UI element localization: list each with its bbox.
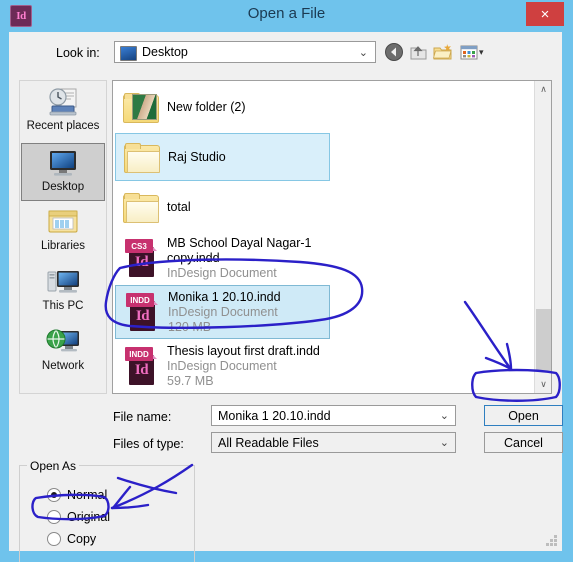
network-icon bbox=[44, 326, 82, 358]
scroll-up-icon[interactable]: ∧ bbox=[535, 81, 552, 98]
recent-places-icon bbox=[44, 86, 82, 118]
chevron-down-icon: ⌄ bbox=[358, 47, 368, 59]
resize-grip[interactable] bbox=[545, 535, 558, 548]
list-item[interactable]: total bbox=[115, 183, 530, 231]
file-type: InDesign Document bbox=[168, 304, 278, 319]
radio-label: Normal bbox=[67, 488, 108, 502]
file-list-panel: New folder (2) Raj Studio total Id CS3 M… bbox=[112, 80, 552, 394]
places-sidebar: Recent places Desktop Libraries This PC … bbox=[19, 80, 107, 394]
radio-label: Original bbox=[67, 510, 111, 524]
files-of-type-value: All Readable Files bbox=[218, 436, 319, 450]
file-name: Thesis layout first draft.indd bbox=[167, 343, 320, 358]
sidebar-item-network[interactable]: Network bbox=[21, 323, 105, 381]
file-badge: INDD bbox=[126, 293, 154, 307]
cancel-button[interactable]: Cancel bbox=[484, 432, 563, 453]
sidebar-item-desktop[interactable]: Desktop bbox=[21, 143, 105, 201]
indesign-document-icon: Id INDD bbox=[126, 293, 158, 331]
file-list-scrollbar[interactable]: ∧ ∨ bbox=[534, 81, 551, 393]
file-name: Monika 1 20.10.indd bbox=[168, 289, 281, 304]
file-type: InDesign Document bbox=[167, 265, 277, 280]
sidebar-item-libraries[interactable]: Libraries bbox=[21, 203, 105, 261]
list-item[interactable]: New folder (2) bbox=[115, 83, 530, 131]
this-pc-icon bbox=[44, 266, 82, 298]
file-name: New folder (2) bbox=[167, 99, 246, 114]
look-in-label: Look in: bbox=[56, 46, 100, 60]
folder-photo-icon bbox=[123, 92, 159, 123]
file-icon: Id INDD bbox=[115, 347, 167, 385]
sidebar-item-label: This PC bbox=[42, 300, 84, 312]
open-as-legend: Open As bbox=[27, 459, 80, 473]
radio-indicator bbox=[47, 532, 61, 546]
close-icon[interactable]: × bbox=[526, 2, 564, 26]
file-size: 120 MB bbox=[168, 319, 212, 334]
list-item[interactable]: Id CS3 MB School Dayal Nagar-1 copy.indd… bbox=[115, 231, 530, 285]
open-file-dialog-window: Id Open a File × Look in: Desktop ⌄ ▾ Re… bbox=[0, 0, 573, 562]
look-in-value: Desktop bbox=[142, 45, 188, 59]
radio-open-as-normal[interactable]: Normal bbox=[47, 488, 107, 502]
indesign-document-icon: Id CS3 bbox=[125, 239, 157, 277]
window-title: Open a File bbox=[247, 5, 326, 22]
scroll-down-icon[interactable]: ∨ bbox=[535, 376, 552, 393]
desktop-icon bbox=[120, 46, 137, 61]
look-in-dropdown[interactable]: Desktop ⌄ bbox=[114, 41, 376, 63]
file-name-label: File name: bbox=[113, 410, 172, 424]
list-item[interactable]: Id INDD Monika 1 20.10.indd InDesign Doc… bbox=[115, 285, 330, 339]
radio-indicator bbox=[47, 488, 61, 502]
file-name: Raj Studio bbox=[168, 149, 226, 164]
files-of-type-label: Files of type: bbox=[113, 437, 184, 451]
file-badge: INDD bbox=[125, 347, 153, 361]
list-item[interactable]: Id INDD Thesis layout first draft.indd I… bbox=[115, 339, 530, 393]
file-name-value: Monika 1 20.10.indd bbox=[218, 409, 331, 423]
sidebar-item-label: Network bbox=[41, 360, 85, 372]
list-item[interactable]: Raj Studio bbox=[115, 133, 330, 181]
files-of-type-dropdown[interactable]: All Readable Files ⌄ bbox=[211, 432, 456, 453]
desktop-icon bbox=[44, 147, 82, 179]
sidebar-item-label: Libraries bbox=[40, 240, 86, 252]
radio-open-as-copy[interactable]: Copy bbox=[47, 532, 96, 546]
radio-indicator bbox=[47, 510, 61, 524]
chevron-down-icon[interactable]: ▾ bbox=[479, 47, 484, 58]
radio-open-as-original[interactable]: Original bbox=[47, 510, 110, 524]
dialog-body: Look in: Desktop ⌄ ▾ Recent places Deskt… bbox=[9, 32, 563, 562]
file-icon: Id INDD bbox=[116, 293, 168, 331]
radio-label: Copy bbox=[67, 532, 97, 546]
open-button[interactable]: Open bbox=[484, 405, 563, 426]
file-type: InDesign Document bbox=[167, 358, 277, 373]
indesign-document-icon: Id INDD bbox=[125, 347, 157, 385]
up-one-level-icon[interactable] bbox=[407, 41, 429, 63]
folder-icon bbox=[123, 192, 159, 223]
title-bar: Id Open a File × bbox=[0, 0, 573, 32]
file-icon bbox=[115, 92, 167, 123]
sidebar-item-this-pc[interactable]: This PC bbox=[21, 263, 105, 321]
libraries-icon bbox=[44, 206, 82, 238]
file-icon bbox=[116, 142, 168, 173]
back-icon[interactable] bbox=[383, 41, 405, 63]
file-icon bbox=[115, 192, 167, 223]
file-size: 59.7 MB bbox=[167, 373, 214, 388]
file-icon: Id CS3 bbox=[115, 239, 167, 277]
scrollbar-thumb[interactable] bbox=[536, 309, 551, 371]
views-icon[interactable] bbox=[458, 41, 480, 63]
sidebar-item-label: Recent places bbox=[26, 120, 100, 132]
new-folder-icon[interactable] bbox=[432, 41, 454, 63]
file-name: MB School Dayal Nagar-1 copy.indd bbox=[167, 235, 312, 265]
folder-icon bbox=[124, 142, 160, 173]
file-name: total bbox=[167, 199, 191, 214]
chevron-down-icon[interactable]: ⌄ bbox=[440, 409, 449, 422]
sidebar-item-recent-places[interactable]: Recent places bbox=[21, 83, 105, 141]
sidebar-item-label: Desktop bbox=[41, 181, 85, 193]
chevron-down-icon[interactable]: ⌄ bbox=[440, 436, 449, 449]
file-name-input[interactable]: Monika 1 20.10.indd ⌄ bbox=[211, 405, 456, 426]
file-list: New folder (2) Raj Studio total Id CS3 M… bbox=[113, 81, 534, 393]
file-badge: CS3 bbox=[125, 239, 153, 253]
